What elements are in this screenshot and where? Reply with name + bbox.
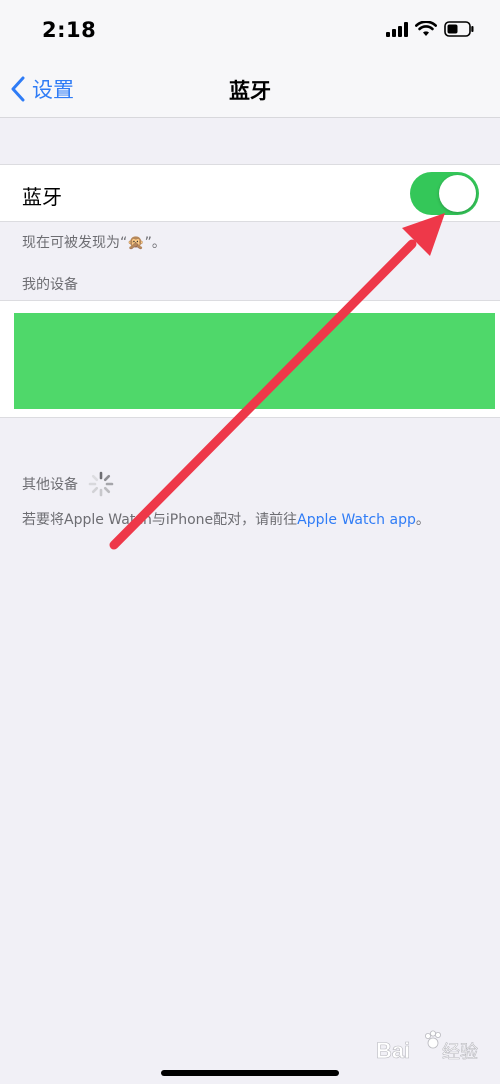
- loading-spinner-icon: [88, 471, 114, 497]
- battery-icon: [444, 21, 474, 37]
- pairing-note-text: 若要将Apple Watch与iPhone配对，请前往: [22, 512, 298, 528]
- baidu-jingyan-watermark: Bai 经验: [376, 1030, 478, 1063]
- discoverable-note: 现在可被发现为“🙊”。: [22, 235, 166, 251]
- pairing-note-suffix: 。: [415, 512, 430, 528]
- my-devices-list: [0, 300, 500, 418]
- page-title: 蓝牙: [229, 79, 271, 103]
- status-bar: 2:18: [0, 0, 500, 62]
- other-devices-header: 其他设备: [22, 471, 114, 497]
- navigation-bar: 设置 蓝牙: [0, 62, 500, 118]
- redacted-device-item[interactable]: [14, 313, 495, 409]
- annotation-arrow: [109, 213, 445, 550]
- status-icons: [386, 21, 474, 37]
- home-indicator[interactable]: [161, 1070, 339, 1076]
- bluetooth-toggle[interactable]: [410, 172, 479, 215]
- other-devices-label: 其他设备: [22, 477, 78, 493]
- toggle-knob: [439, 175, 476, 212]
- apple-watch-app-link[interactable]: Apple Watch app: [297, 512, 416, 528]
- bluetooth-label: 蓝牙: [22, 185, 62, 209]
- status-time: 2:18: [42, 18, 97, 42]
- my-devices-header: 我的设备: [22, 277, 78, 293]
- svg-text:Bai: Bai: [376, 1038, 410, 1063]
- apple-watch-pairing-note: 若要将Apple Watch与iPhone配对，请前往Apple Watch a…: [22, 510, 462, 531]
- bluetooth-row: 蓝牙: [0, 164, 500, 222]
- svg-text:经验: 经验: [442, 1042, 478, 1063]
- signal-icon: [386, 21, 408, 37]
- wifi-icon: [415, 21, 437, 36]
